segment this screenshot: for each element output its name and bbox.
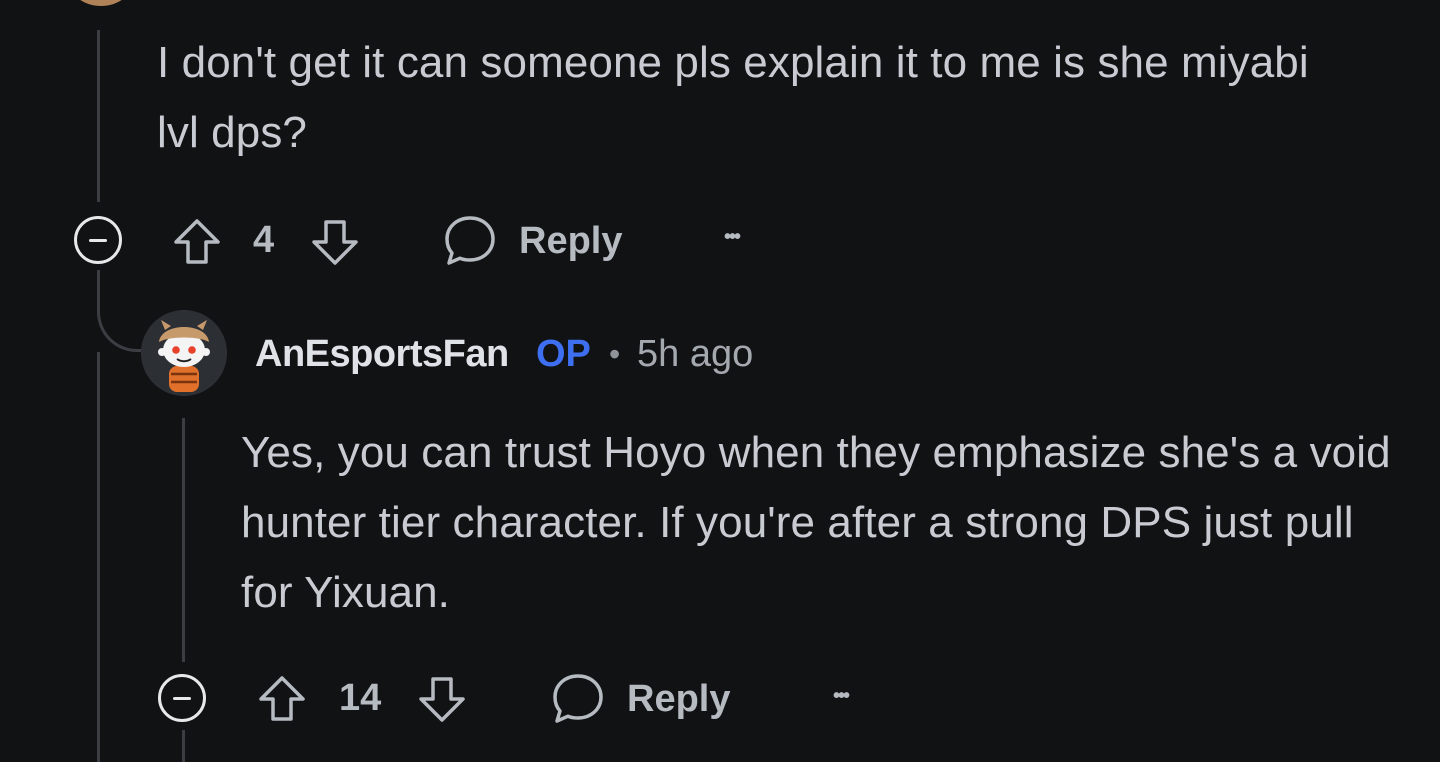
meta-separator: • — [609, 336, 621, 372]
more-options-icon[interactable]: ••• — [833, 672, 850, 720]
snoo-avatar-icon — [141, 310, 227, 396]
reply-button[interactable]: Reply — [548, 669, 748, 729]
reply-action-bar: 14 Reply ••• — [0, 669, 1440, 729]
vote-count: 4 — [253, 219, 275, 261]
reply-button[interactable]: Reply — [440, 210, 640, 270]
op-badge: OP — [536, 333, 591, 375]
reply-comment-body: Yes, you can trust Hoyo when they emphas… — [241, 428, 1391, 617]
upvote-icon[interactable] — [256, 673, 308, 725]
thread-line-reply[interactable] — [182, 418, 185, 662]
thread-line-reply-lower[interactable] — [182, 730, 185, 762]
vote-count: 14 — [339, 677, 382, 719]
speech-bubble-icon — [445, 216, 495, 265]
thread-connector — [97, 270, 149, 352]
avatar[interactable] — [141, 310, 227, 396]
collapse-icon[interactable] — [74, 216, 122, 264]
speech-bubble-icon — [553, 674, 603, 723]
thread-line-parent[interactable] — [97, 30, 100, 202]
reply-label: Reply — [519, 220, 623, 262]
reply-label: Reply — [627, 678, 731, 720]
downvote-icon[interactable] — [309, 216, 361, 268]
collapse-icon[interactable] — [158, 674, 206, 722]
downvote-icon[interactable] — [416, 673, 468, 725]
upvote-icon[interactable] — [171, 216, 223, 268]
parent-action-bar: 4 Reply ••• — [0, 210, 1440, 270]
parent-avatar-edge — [68, 0, 134, 6]
more-options-icon[interactable]: ••• — [724, 213, 741, 261]
comment-thread: I don't get it can someone pls explain i… — [0, 0, 1440, 762]
username-link[interactable]: AnEsportsFan — [255, 330, 509, 378]
timestamp: 5h ago — [637, 333, 754, 375]
parent-comment-body: I don't get it can someone pls explain i… — [157, 38, 1309, 157]
